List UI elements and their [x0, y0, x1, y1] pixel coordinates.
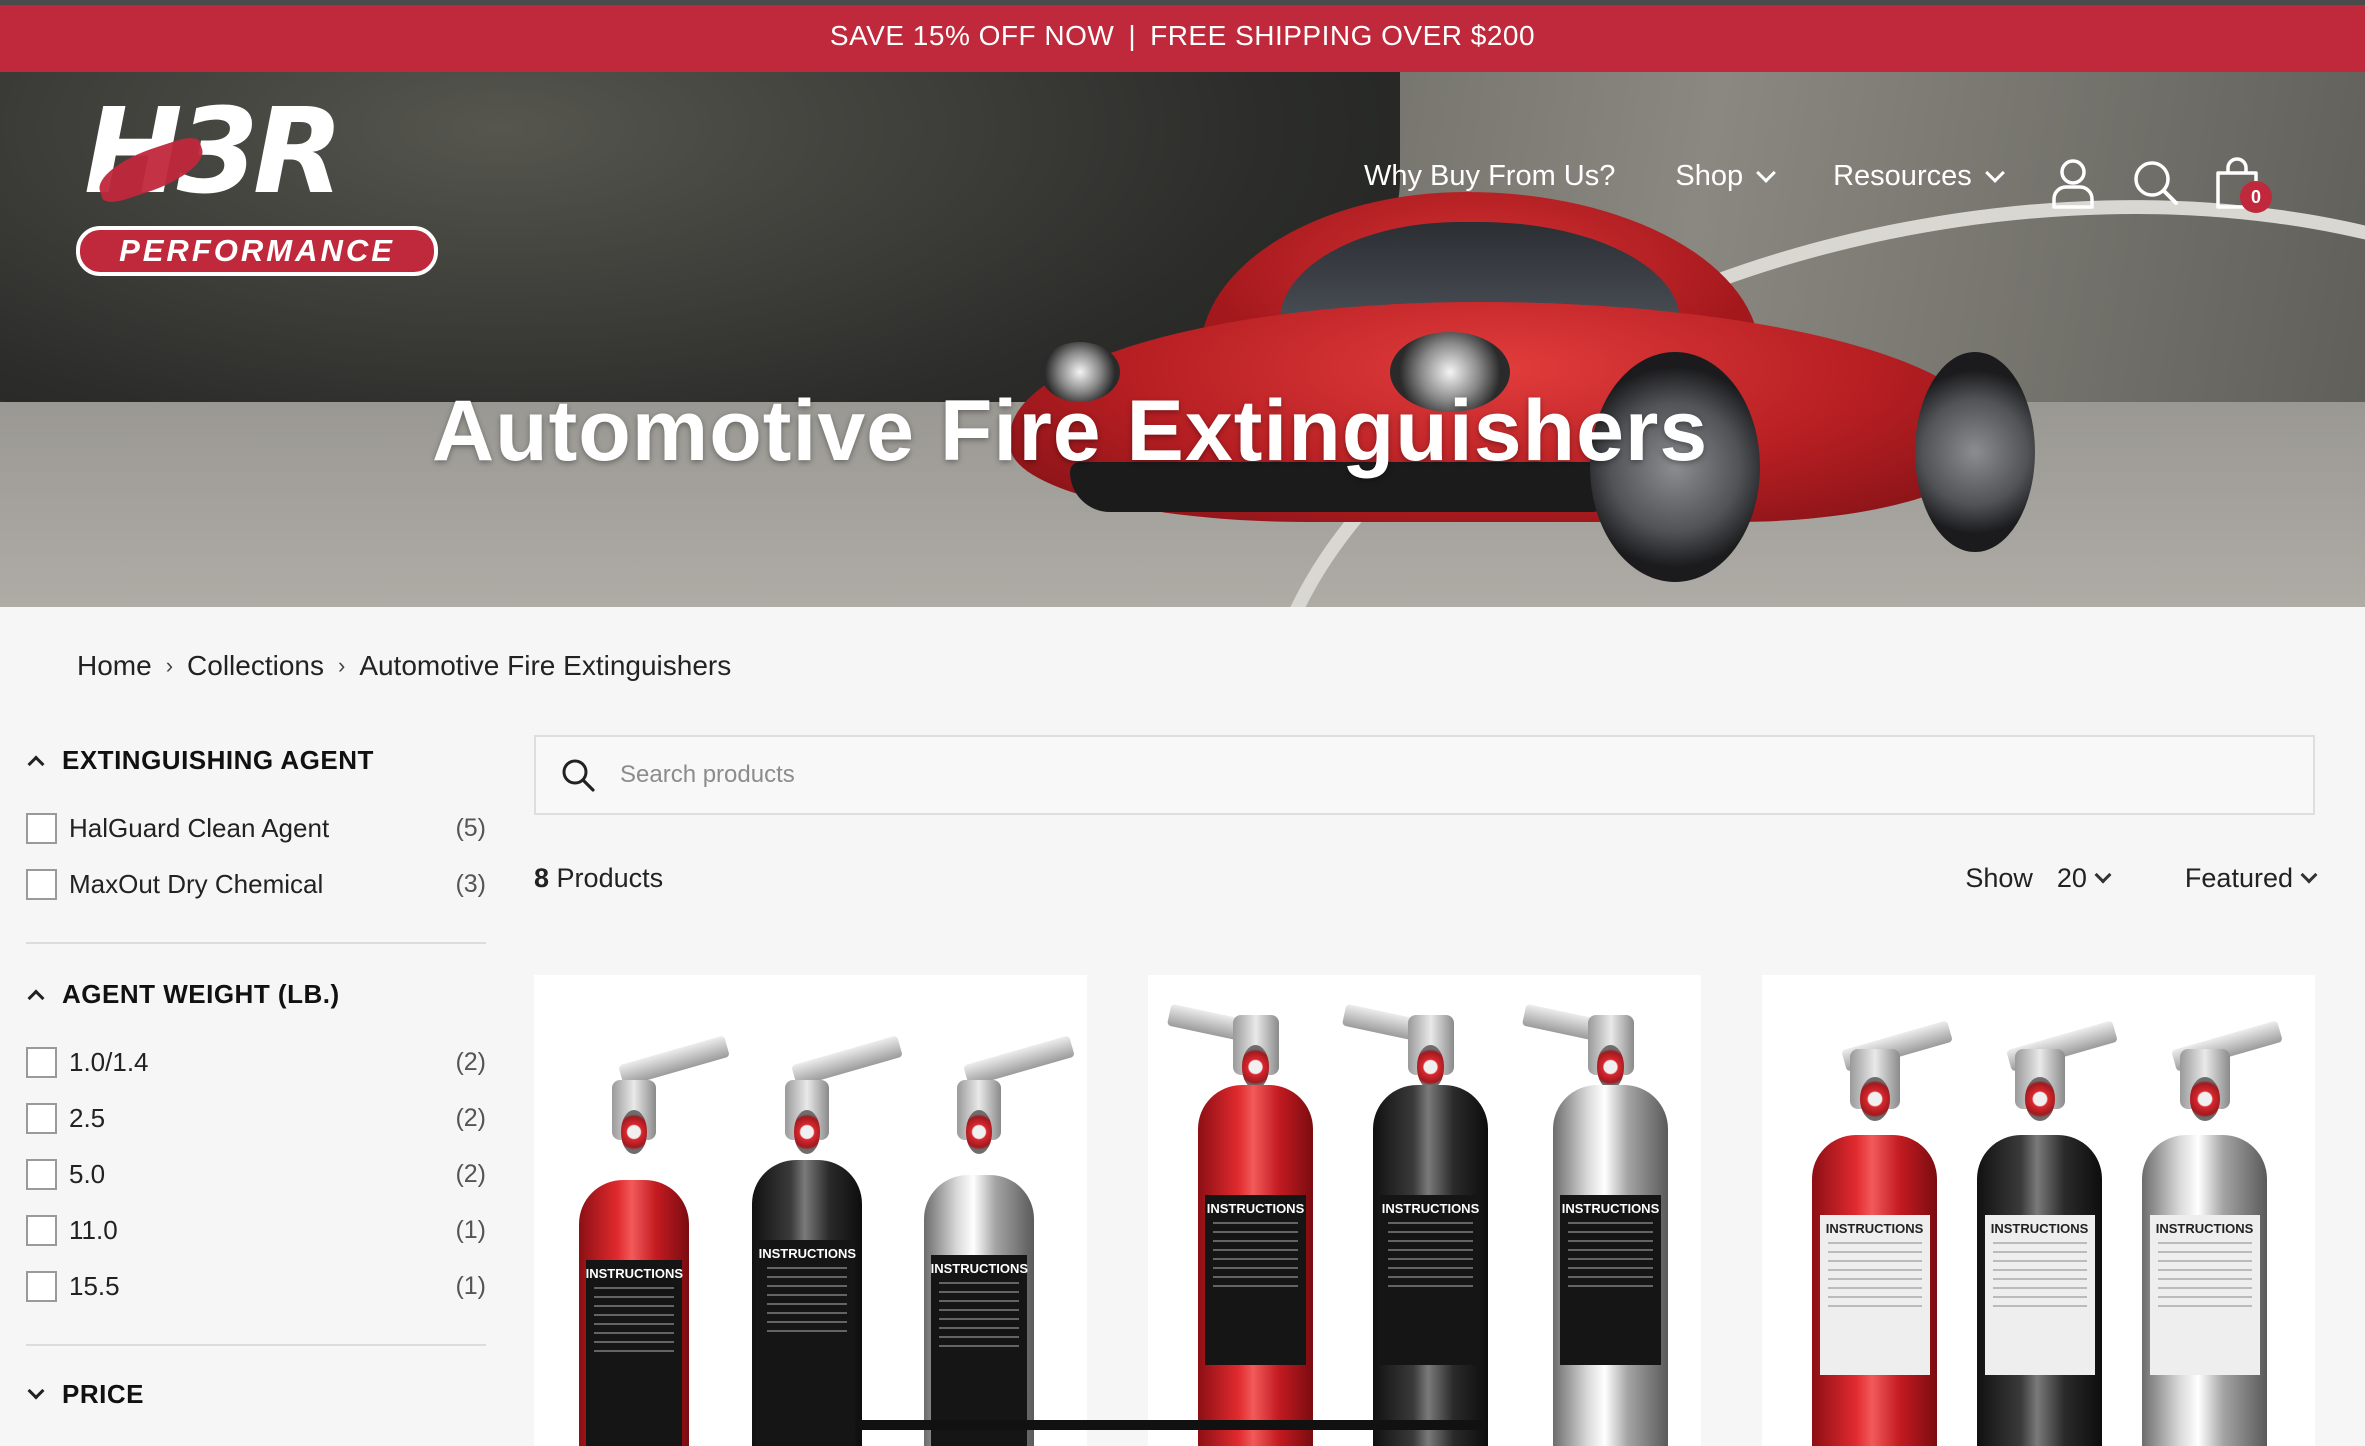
search-icon	[562, 759, 595, 792]
filter-option[interactable]: MaxOut Dry Chemical (3)	[26, 856, 486, 912]
filter-checkbox[interactable]	[26, 1046, 57, 1078]
breadcrumb: Home › Collections › Automotive Fire Ext…	[77, 650, 731, 682]
filter-option[interactable]: HalGuard Clean Agent (5)	[26, 800, 486, 856]
filter-toggle-price[interactable]: PRICE	[26, 1374, 486, 1414]
filter-option[interactable]: 2.5 (2)	[26, 1090, 486, 1146]
chevron-down-icon	[1756, 162, 1777, 183]
chevron-down-icon	[27, 1382, 45, 1400]
extinguisher-red: INSTRUCTIONS	[579, 1035, 730, 1446]
product-card[interactable]: INSTRUCTIONS INSTRUCTIONS INSTRUCTIONS	[534, 975, 1087, 1446]
home-indicator[interactable]	[855, 1420, 1487, 1430]
extinguisher-red: INSTRUCTIONS	[1166, 1003, 1313, 1446]
filter-option-label: 11.0	[69, 1214, 118, 1245]
extinguisher-chrome: INSTRUCTIONS	[2142, 1020, 2283, 1446]
nav-item-label: Resources	[1833, 160, 1972, 192]
promo-discount: SAVE 15% OFF NOW	[829, 20, 1115, 51]
breadcrumb-current: Automotive Fire Extinguishers	[359, 650, 732, 681]
breadcrumb-separator: ›	[337, 653, 346, 678]
nav-item-shop[interactable]: Shop	[1675, 160, 1777, 193]
account-icon[interactable]	[2048, 155, 2098, 211]
product-grid: INSTRUCTIONS INSTRUCTIONS INSTRUCTIONS I…	[534, 975, 2315, 1446]
filter-option-count: (2)	[455, 1047, 486, 1076]
filter-toggle-agent[interactable]: EXTINGUISHING AGENT	[26, 740, 486, 780]
filter-title: PRICE	[62, 1378, 144, 1409]
cart-count-badge: 0	[2240, 181, 2272, 213]
chevron-up-icon	[27, 989, 45, 1007]
breadcrumb-separator: ›	[165, 653, 174, 678]
promo-separator: |	[1128, 20, 1137, 51]
chevron-down-icon	[2300, 866, 2318, 884]
nav-item-label: Shop	[1675, 160, 1744, 192]
filter-sidebar: EXTINGUISHING AGENT HalGuard Clean Agent…	[26, 740, 486, 1414]
logo-tagline: PERFORMANCE	[76, 226, 438, 276]
filter-option-count: (2)	[455, 1103, 486, 1132]
breadcrumb-collections[interactable]: Collections	[187, 650, 324, 682]
product-image: INSTRUCTIONS INSTRUCTIONS INSTRUCTIONS	[1148, 975, 1701, 1446]
filter-checkbox[interactable]	[26, 868, 57, 900]
sort-value: Featured	[2184, 862, 2293, 893]
chevron-down-icon	[2094, 866, 2112, 884]
search-icon[interactable]	[2130, 155, 2180, 211]
extinguisher-black: INSTRUCTIONS	[1977, 1020, 2118, 1446]
promo-bar[interactable]: SAVE 15% OFF NOW | FREE SHIPPING OVER $2…	[0, 0, 2365, 72]
sort-select[interactable]: Featured	[2184, 862, 2318, 894]
product-card[interactable]: INSTRUCTIONS INSTRUCTIONS INSTRUCTIONS	[1148, 975, 1701, 1446]
filter-option-label: 2.5	[69, 1102, 106, 1133]
filter-toggle-weight[interactable]: AGENT WEIGHT (LB.)	[26, 974, 486, 1014]
filter-checkbox[interactable]	[26, 1270, 57, 1302]
filter-group-weight: AGENT WEIGHT (LB.) 1.0/1.4 (2) 2.5 (2) 5…	[26, 944, 486, 1346]
product-search[interactable]	[534, 735, 2315, 815]
extinguisher-black: INSTRUCTIONS	[752, 1035, 903, 1446]
extinguisher-red: INSTRUCTIONS	[1812, 1020, 1953, 1446]
filter-option-count: (5)	[455, 813, 486, 842]
chevron-up-icon	[27, 755, 45, 773]
nav-item-why-buy[interactable]: Why Buy From Us?	[1364, 160, 1615, 193]
filter-title: EXTINGUISHING AGENT	[62, 744, 374, 775]
collection-toolbar: 8 Products Show 20 Featured	[534, 858, 2318, 898]
per-page-value: 20	[2056, 862, 2087, 893]
filter-checkbox[interactable]	[26, 1102, 57, 1134]
breadcrumb-home[interactable]: Home	[77, 650, 152, 682]
filter-checkbox[interactable]	[26, 812, 57, 844]
header-icons: 0	[2048, 155, 2294, 213]
cart-icon[interactable]: 0	[2212, 155, 2272, 213]
filter-checkbox[interactable]	[26, 1214, 57, 1246]
filter-option[interactable]: 5.0 (2)	[26, 1146, 486, 1202]
nav-item-label: Why Buy From Us?	[1364, 160, 1616, 192]
brand-logo[interactable]: H3R PERFORMANCE	[76, 92, 438, 276]
product-image: INSTRUCTIONS INSTRUCTIONS INSTRUCTIONS	[534, 975, 1087, 1446]
search-input[interactable]	[620, 761, 2220, 789]
filter-option-label: 1.0/1.4	[69, 1046, 149, 1077]
filter-option[interactable]: 1.0/1.4 (2)	[26, 1034, 486, 1090]
page-title: Automotive Fire Extinguishers	[432, 383, 1709, 479]
extinguisher-chrome: INSTRUCTIONS	[1521, 1003, 1668, 1446]
extinguisher-chrome: INSTRUCTIONS	[924, 1035, 1075, 1446]
nav-item-resources[interactable]: Resources	[1833, 160, 2005, 193]
main-nav: Why Buy From Us? Shop Resources	[1364, 160, 2062, 193]
filter-option-label: 15.5	[69, 1270, 120, 1301]
product-count: 8 Products	[534, 862, 664, 893]
filter-group-agent: EXTINGUISHING AGENT HalGuard Clean Agent…	[26, 740, 486, 944]
extinguisher-black: INSTRUCTIONS	[1341, 1003, 1488, 1446]
product-card[interactable]: INSTRUCTIONS INSTRUCTIONS INSTRUCTIONS	[1762, 975, 2315, 1446]
filter-title: AGENT WEIGHT (LB.)	[62, 978, 340, 1009]
filter-option[interactable]: 11.0 (1)	[26, 1202, 486, 1258]
filter-option[interactable]: 15.5 (1)	[26, 1258, 486, 1314]
chevron-down-icon	[1984, 162, 2005, 183]
filter-option-count: (1)	[455, 1271, 486, 1300]
filter-option-count: (3)	[455, 869, 486, 898]
filter-option-label: MaxOut Dry Chemical	[69, 868, 324, 899]
filter-option-count: (1)	[455, 1215, 486, 1244]
filter-checkbox[interactable]	[26, 1158, 57, 1190]
filter-option-label: 5.0	[69, 1158, 106, 1189]
filter-option-label: HalGuard Clean Agent	[69, 812, 330, 843]
per-page-select[interactable]: 20	[2056, 862, 2112, 894]
filter-group-price: PRICE	[26, 1346, 486, 1414]
product-image: INSTRUCTIONS INSTRUCTIONS INSTRUCTIONS	[1762, 975, 2315, 1446]
promo-shipping: FREE SHIPPING OVER $200	[1150, 20, 1536, 51]
filter-option-count: (2)	[455, 1159, 486, 1188]
show-label: Show	[1965, 862, 2033, 893]
